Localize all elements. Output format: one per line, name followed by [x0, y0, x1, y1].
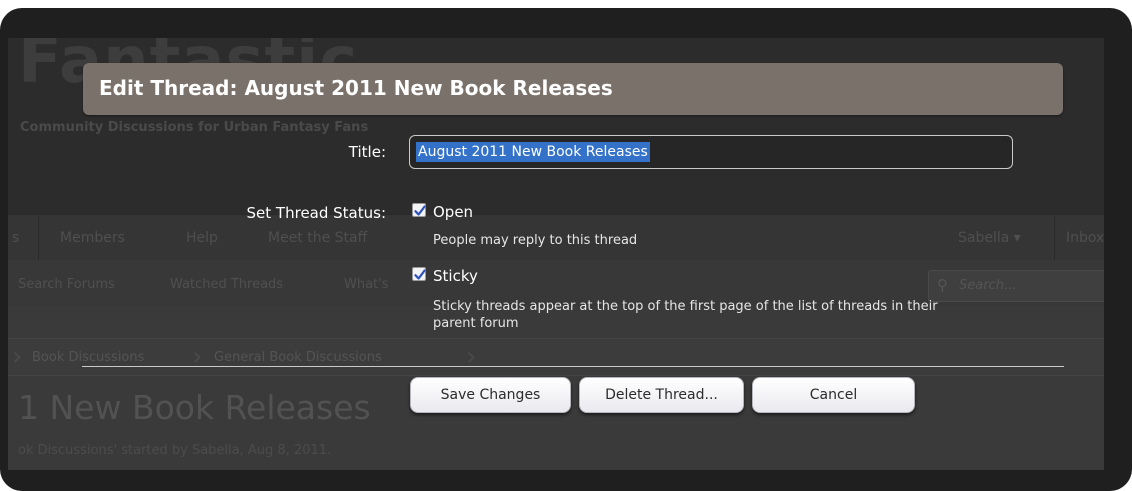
sticky-checkbox[interactable] — [412, 267, 426, 281]
inbox-link[interactable]: Inbox — [1066, 230, 1104, 246]
site-tagline: Community Discussions for Urban Fantasy … — [20, 120, 369, 135]
thread-status-label: Set Thread Status: — [246, 204, 386, 222]
thread-byline: ok Discussions' started by Sabella, Aug … — [18, 443, 332, 458]
nav-item-members[interactable]: Members — [60, 230, 125, 246]
search-icon: ⚲ — [937, 276, 948, 294]
dialog-title-bar[interactable]: Edit Thread: August 2011 New Book Releas… — [83, 63, 1063, 115]
breadcrumb-arrow-icon: › — [466, 342, 477, 372]
save-button[interactable]: Save Changes — [410, 377, 571, 413]
title-field[interactable] — [409, 135, 1013, 169]
nav-item-forums[interactable]: s — [12, 230, 19, 246]
sticky-option-label[interactable]: Sticky — [433, 267, 478, 285]
nav-item-help[interactable]: Help — [186, 230, 218, 246]
dialog-divider — [82, 366, 1064, 367]
search-placeholder: Search... — [959, 278, 1017, 293]
checkmark-icon — [414, 205, 426, 216]
nav-separator — [1054, 214, 1055, 260]
breadcrumb-item[interactable]: Book Discussions — [32, 350, 144, 365]
dialog-title: Edit Thread: August 2011 New Book Releas… — [99, 76, 613, 100]
sticky-option-hint: Sticky threads appear at the top of the … — [433, 299, 938, 331]
breadcrumb — [8, 338, 1104, 376]
breadcrumb-arrow-icon: › — [12, 342, 23, 372]
subnav-search-forums[interactable]: Search Forums — [18, 277, 115, 292]
delete-thread-button[interactable]: Delete Thread... — [579, 377, 744, 413]
breadcrumb-arrow-icon: › — [192, 342, 203, 372]
cancel-button[interactable]: Cancel — [752, 377, 915, 413]
subnav-whats-new[interactable]: What's — [344, 277, 389, 292]
open-option-hint: People may reply to this thread — [433, 233, 638, 248]
nav-separator — [38, 214, 39, 260]
open-option-label[interactable]: Open — [433, 203, 473, 221]
checkmark-icon — [414, 269, 426, 280]
breadcrumb-item[interactable]: General Book Discussions — [214, 350, 382, 365]
open-checkbox[interactable] — [412, 203, 426, 217]
subnav-watched-threads[interactable]: Watched Threads — [170, 277, 283, 292]
thread-title: 1 New Book Releases — [18, 388, 371, 427]
title-label: Title: — [348, 143, 386, 161]
nav-item-meet-staff[interactable]: Meet the Staff — [268, 230, 367, 246]
